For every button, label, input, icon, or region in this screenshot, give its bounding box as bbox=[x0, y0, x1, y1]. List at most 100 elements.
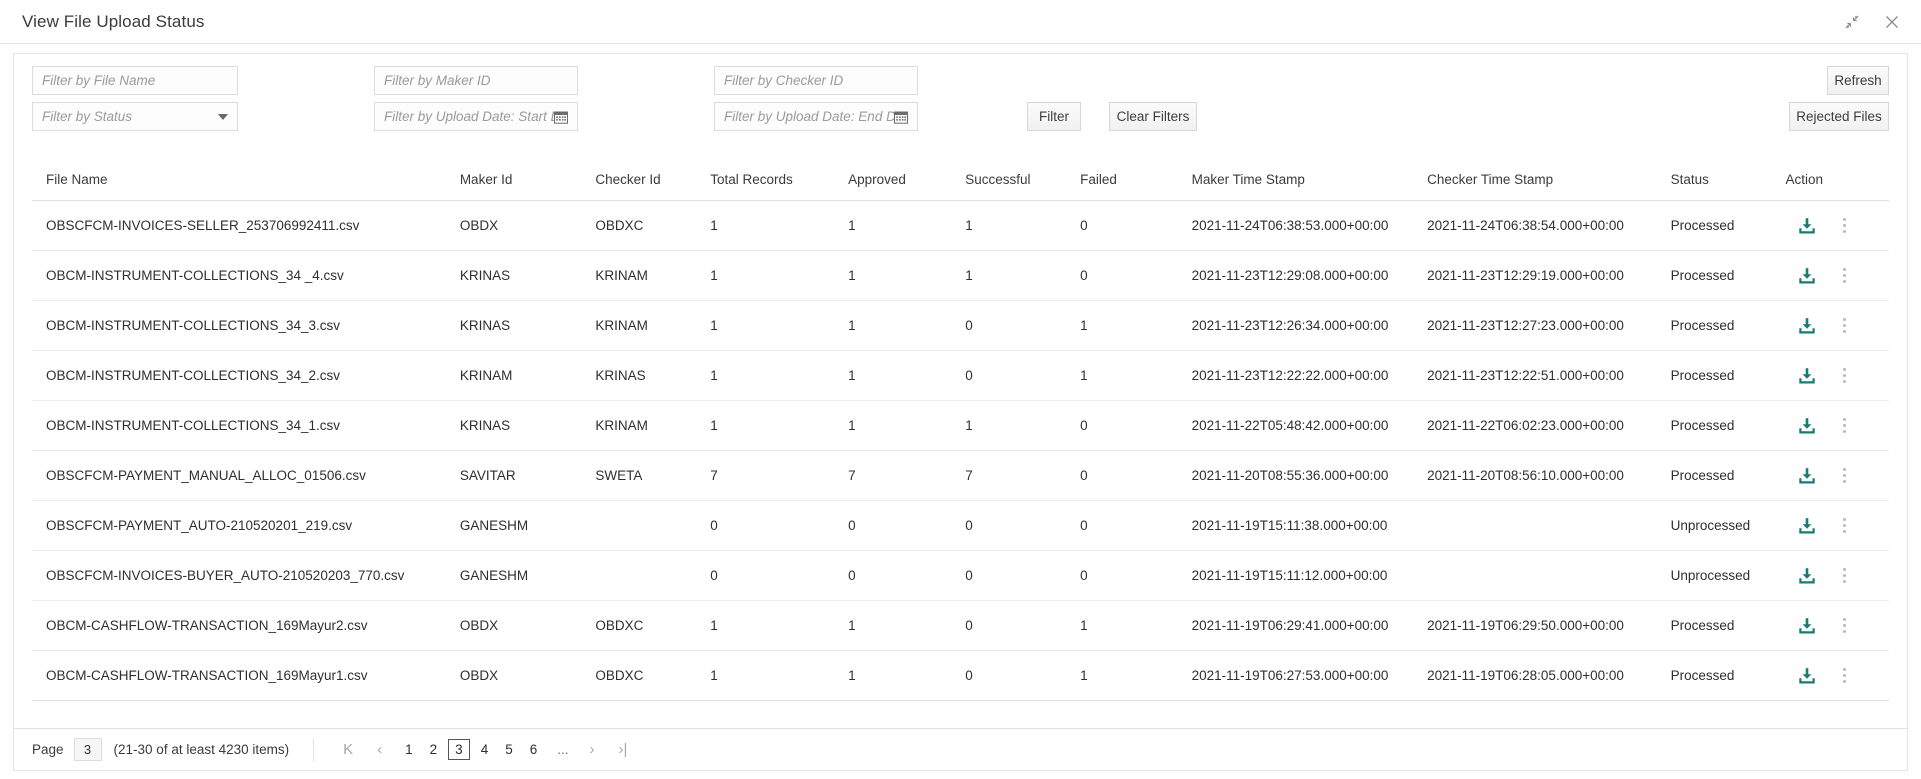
more-options-icon[interactable] bbox=[1838, 615, 1851, 636]
refresh-button[interactable]: Refresh bbox=[1827, 66, 1889, 95]
cell-total-records: 1 bbox=[710, 600, 849, 651]
pagination-page-2[interactable]: 2 bbox=[424, 740, 444, 759]
pagination-first-button[interactable]: K bbox=[336, 741, 360, 758]
pagination-page-5[interactable]: 5 bbox=[499, 740, 519, 759]
cell-approved: 1 bbox=[848, 300, 966, 351]
pagination-page-6[interactable]: 6 bbox=[524, 740, 544, 759]
filter-end-date-placeholder: Filter by Upload Date: End Date bbox=[724, 109, 894, 124]
filter-checker-id-input[interactable]: Filter by Checker ID bbox=[714, 66, 918, 95]
download-icon[interactable] bbox=[1798, 317, 1816, 335]
more-options-icon[interactable] bbox=[1838, 215, 1851, 236]
table-row[interactable]: OBCM-INSTRUMENT-COLLECTIONS_34_2.csv KRIN… bbox=[32, 350, 1889, 401]
more-options-icon[interactable] bbox=[1838, 515, 1851, 536]
column-header-status[interactable]: Status bbox=[1670, 166, 1786, 201]
table-row[interactable]: OBCM-INSTRUMENT-COLLECTIONS_34_3.csv KRIN… bbox=[32, 300, 1889, 351]
table-row[interactable]: OBCM-CASHFLOW-TRANSACTION_169Mayur2.csv O… bbox=[32, 600, 1889, 651]
cell-file-name: OBSCFCM-INVOICES-BUYER_AUTO-210520203_77… bbox=[32, 550, 460, 601]
file-upload-table: File Name Maker Id Checker Id Total Reco… bbox=[32, 166, 1889, 701]
calendar-icon[interactable] bbox=[554, 110, 568, 124]
cell-checker-id: KRINAM bbox=[595, 400, 711, 451]
table-row[interactable]: OBSCFCM-INVOICES-BUYER_AUTO-210520203_77… bbox=[32, 550, 1889, 601]
calendar-icon[interactable] bbox=[894, 110, 908, 124]
download-icon[interactable] bbox=[1798, 217, 1816, 235]
table-row[interactable]: OBCM-INSTRUMENT-COLLECTIONS_34_1.csv KRIN… bbox=[32, 400, 1889, 451]
column-header-failed[interactable]: Failed bbox=[1080, 166, 1192, 201]
pagination-page-numbers: 123456 bbox=[399, 739, 543, 760]
close-icon[interactable] bbox=[1881, 11, 1903, 33]
cell-maker-id: KRINAS bbox=[459, 400, 596, 451]
cell-checker-id: SWETA bbox=[595, 450, 711, 501]
table-row[interactable]: OBSCFCM-PAYMENT_MANUAL_ALLOC_01506.csv SA… bbox=[32, 450, 1889, 501]
cell-status: Processed bbox=[1670, 450, 1786, 501]
more-options-icon[interactable] bbox=[1838, 315, 1851, 336]
cell-status: Processed bbox=[1670, 300, 1786, 351]
download-icon[interactable] bbox=[1798, 467, 1816, 485]
cell-approved: 1 bbox=[848, 650, 966, 701]
filter-file-name-input[interactable]: Filter by File Name bbox=[32, 66, 238, 95]
cell-status: Processed bbox=[1670, 200, 1786, 251]
cell-successful: 0 bbox=[965, 350, 1081, 401]
download-icon[interactable] bbox=[1798, 667, 1816, 685]
cell-checker-time-stamp bbox=[1427, 500, 1671, 551]
more-options-icon[interactable] bbox=[1838, 665, 1851, 686]
column-header-maker-time-stamp[interactable]: Maker Time Stamp bbox=[1191, 166, 1428, 201]
collapse-icon[interactable] bbox=[1841, 11, 1863, 33]
window-titlebar: View File Upload Status bbox=[0, 0, 1921, 44]
column-header-action: Action bbox=[1785, 166, 1889, 201]
download-icon[interactable] bbox=[1798, 367, 1816, 385]
pagination-page-4[interactable]: 4 bbox=[475, 740, 495, 759]
cell-maker-time-stamp: 2021-11-23T12:29:08.000+00:00 bbox=[1191, 250, 1428, 301]
download-icon[interactable] bbox=[1798, 617, 1816, 635]
column-header-total-records[interactable]: Total Records bbox=[710, 166, 849, 201]
column-header-approved[interactable]: Approved bbox=[848, 166, 966, 201]
cell-maker-time-stamp: 2021-11-19T06:29:41.000+00:00 bbox=[1191, 600, 1428, 651]
clear-filters-button[interactable]: Clear Filters bbox=[1109, 102, 1197, 131]
more-options-icon[interactable] bbox=[1838, 565, 1851, 586]
row-actions bbox=[1786, 315, 1889, 336]
download-icon[interactable] bbox=[1798, 417, 1816, 435]
cell-failed: 1 bbox=[1080, 600, 1192, 651]
cell-file-name: OBCM-INSTRUMENT-COLLECTIONS_34_2.csv bbox=[32, 350, 460, 401]
download-icon[interactable] bbox=[1798, 267, 1816, 285]
filter-maker-id-input[interactable]: Filter by Maker ID bbox=[374, 66, 578, 95]
download-icon[interactable] bbox=[1798, 567, 1816, 585]
cell-action bbox=[1785, 400, 1889, 451]
pagination-last-button[interactable]: ›| bbox=[612, 741, 635, 758]
rejected-files-button[interactable]: Rejected Files bbox=[1789, 102, 1889, 131]
cell-successful: 0 bbox=[965, 600, 1081, 651]
cell-maker-id: OBDX bbox=[459, 600, 596, 651]
cell-approved: 0 bbox=[848, 550, 966, 601]
cell-checker-id: KRINAS bbox=[595, 350, 711, 401]
pagination-page-input[interactable]: 3 bbox=[73, 738, 102, 761]
column-header-file-name[interactable]: File Name bbox=[32, 166, 460, 201]
cell-total-records: 0 bbox=[710, 550, 849, 601]
filter-start-date-input[interactable]: Filter by Upload Date: Start Date bbox=[374, 102, 578, 131]
pagination-next-button[interactable]: › bbox=[583, 741, 602, 758]
filter-status-select[interactable]: Filter by Status bbox=[32, 102, 238, 131]
cell-approved: 7 bbox=[848, 450, 966, 501]
pagination-prev-button[interactable]: ‹ bbox=[370, 741, 389, 758]
cell-checker-time-stamp: 2021-11-24T06:38:54.000+00:00 bbox=[1427, 200, 1671, 251]
filter-button[interactable]: Filter bbox=[1027, 102, 1081, 131]
column-header-maker-id[interactable]: Maker Id bbox=[459, 166, 596, 201]
pagination-page-1[interactable]: 1 bbox=[399, 740, 419, 759]
column-header-successful[interactable]: Successful bbox=[965, 166, 1081, 201]
pagination-page-3[interactable]: 3 bbox=[448, 739, 470, 760]
table-header-row: File Name Maker Id Checker Id Total Reco… bbox=[32, 166, 1889, 201]
column-header-checker-time-stamp[interactable]: Checker Time Stamp bbox=[1427, 166, 1671, 201]
more-options-icon[interactable] bbox=[1838, 465, 1851, 486]
table-row[interactable]: OBSCFCM-PAYMENT_AUTO-210520201_219.csv GA… bbox=[32, 500, 1889, 551]
row-actions bbox=[1786, 215, 1889, 236]
more-options-icon[interactable] bbox=[1838, 365, 1851, 386]
table-row[interactable]: OBSCFCM-INVOICES-SELLER_253706992411.csv… bbox=[32, 200, 1889, 251]
column-header-checker-id[interactable]: Checker Id bbox=[595, 166, 711, 201]
cell-status: Unprocessed bbox=[1670, 550, 1786, 601]
more-options-icon[interactable] bbox=[1838, 415, 1851, 436]
table-row[interactable]: OBCM-CASHFLOW-TRANSACTION_169Mayur1.csv O… bbox=[32, 650, 1889, 701]
cell-file-name: OBSCFCM-PAYMENT_AUTO-210520201_219.csv bbox=[32, 500, 460, 551]
cell-checker-time-stamp: 2021-11-19T06:29:50.000+00:00 bbox=[1427, 600, 1671, 651]
table-row[interactable]: OBCM-INSTRUMENT-COLLECTIONS_34 _4.csv KRI… bbox=[32, 250, 1889, 301]
download-icon[interactable] bbox=[1798, 517, 1816, 535]
more-options-icon[interactable] bbox=[1838, 265, 1851, 286]
filter-end-date-input[interactable]: Filter by Upload Date: End Date bbox=[714, 102, 918, 131]
